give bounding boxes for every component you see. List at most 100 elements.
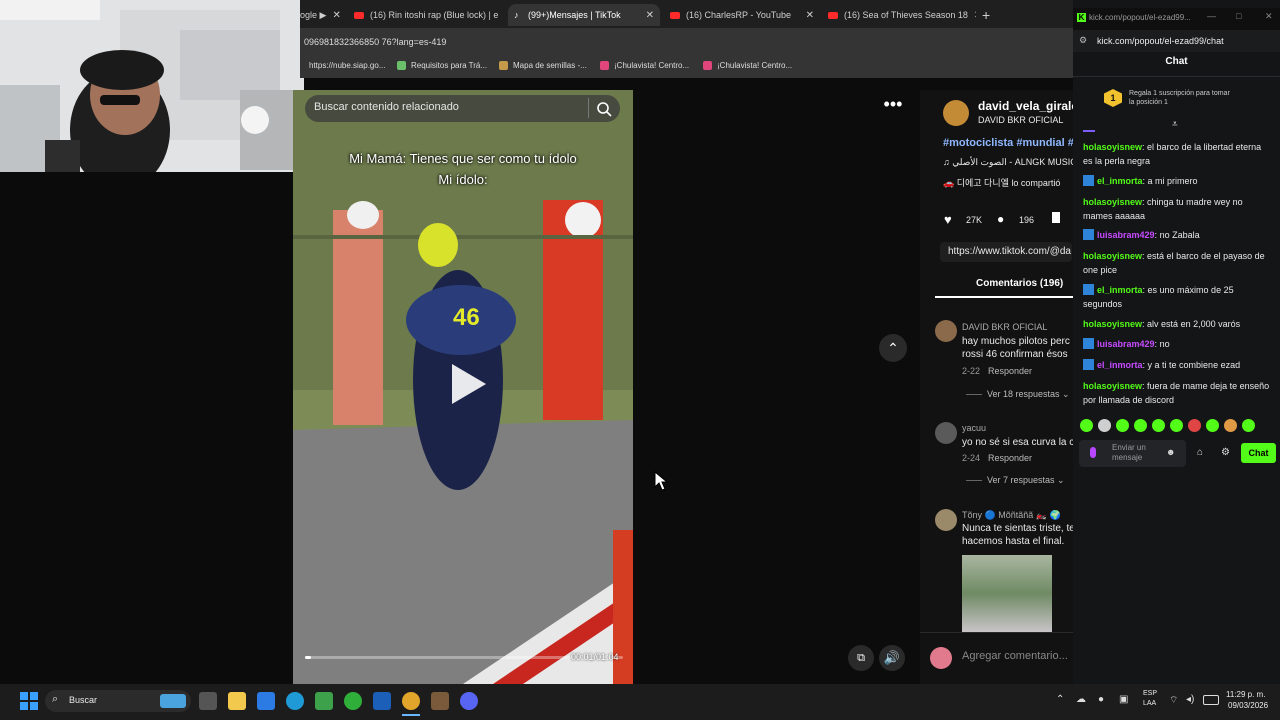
tab-youtube-charles[interactable]: (16) CharlesRP - YouTube ✕ xyxy=(670,4,820,26)
close-icon[interactable]: ✕ xyxy=(968,10,976,21)
discord-icon[interactable] xyxy=(460,692,478,710)
tab-comments[interactable]: Comentarios (196) xyxy=(976,278,1063,289)
address-bar[interactable]: 096981832366850 76?lang=es-419 xyxy=(300,28,1080,56)
pinned-toggle-icon[interactable]: ⩡ xyxy=(1172,119,1178,130)
chat-username[interactable]: luisabram429 xyxy=(1097,230,1155,240)
tab-partial[interactable]: ogle ▶ ✕ xyxy=(300,4,345,26)
post-music[interactable]: ♫ الصوت الأصلي - ALNGK MUSIC xyxy=(943,157,1077,168)
chat-username[interactable]: el_inmorta xyxy=(1097,176,1143,186)
chat-username[interactable]: holasoyisnew xyxy=(1083,251,1142,261)
xbox-icon[interactable] xyxy=(344,692,362,710)
avatar[interactable] xyxy=(943,100,969,126)
gift-text: la posición 1 xyxy=(1129,99,1168,106)
badge-icon xyxy=(1083,229,1094,240)
close-icon[interactable]: ✕ xyxy=(800,10,820,21)
emote-icon[interactable] xyxy=(1152,419,1165,432)
settings-icon[interactable]: ⚙ xyxy=(1079,35,1087,46)
bookmark-item[interactable]: Mapa de semillas -... xyxy=(499,61,587,70)
clock-date[interactable]: 09/03/2026 xyxy=(1228,701,1268,710)
cloud-icon[interactable]: ☁ xyxy=(1076,694,1086,705)
gear-icon[interactable]: ⚙ xyxy=(1221,447,1230,458)
wifi-icon[interactable]: ⌔ xyxy=(1169,694,1178,707)
microphone-icon[interactable]: ● xyxy=(1098,694,1104,705)
tab-youtube-rin[interactable]: (16) Rin itoshi rap (Blue lock) | e ✕ xyxy=(354,4,504,26)
bookmark-item[interactable]: Requisitos para Trá... xyxy=(397,61,487,70)
language-indicator[interactable]: LAA xyxy=(1143,700,1156,707)
comment-input[interactable]: Agregar comentario... xyxy=(962,650,1068,662)
post-hashtags[interactable]: #motociclista #mundial # xyxy=(943,137,1074,149)
chat-username[interactable]: holasoyisnew xyxy=(1083,142,1142,152)
avatar[interactable] xyxy=(935,422,957,444)
emote-icon[interactable] xyxy=(1098,419,1111,432)
view-replies-button[interactable]: Ver 7 respuestas ⌄ xyxy=(987,475,1065,486)
windows-start-icon[interactable] xyxy=(20,692,38,710)
emote-icon[interactable] xyxy=(1134,419,1147,432)
emote-icon[interactable] xyxy=(1242,419,1255,432)
app-tray-icon[interactable]: ▣ xyxy=(1119,694,1128,705)
emote-icon[interactable] xyxy=(1080,419,1093,432)
language-indicator[interactable]: ESP xyxy=(1143,690,1157,697)
chat-username[interactable]: el_inmorta xyxy=(1097,360,1143,370)
comment-author[interactable]: Tõny 🔵 Mõñtãñã 🏍️ 🌍 xyxy=(962,510,1061,521)
reply-button[interactable]: Responder xyxy=(988,366,1032,376)
comment-image[interactable] xyxy=(962,555,1052,632)
edge-icon[interactable] xyxy=(286,692,304,710)
emote-icon[interactable] xyxy=(1170,419,1183,432)
copy-link-field[interactable]: https://www.tiktok.com/@da xyxy=(940,242,1072,262)
bookmark-item[interactable]: https://nube.siap.go... xyxy=(309,61,386,70)
chat-send-button[interactable]: Chat xyxy=(1241,443,1276,463)
comment-author[interactable]: DAVID BKR OFICIAL xyxy=(962,322,1047,332)
tab-youtube-sea[interactable]: (16) Sea of Thieves Season 18 ✕ xyxy=(828,4,976,26)
emote-icon[interactable] xyxy=(1188,419,1201,432)
close-icon[interactable]: ✕ xyxy=(498,10,504,21)
comment-icon[interactable]: ● xyxy=(997,212,1004,226)
bookmark-icon[interactable] xyxy=(1052,212,1060,223)
clock-time[interactable]: 11:29 p. m. xyxy=(1226,690,1265,699)
chat-username[interactable]: el_inmorta xyxy=(1097,285,1143,295)
avatar[interactable] xyxy=(935,320,957,342)
emote-row xyxy=(1080,419,1270,433)
minimize-icon[interactable]: — xyxy=(1207,11,1216,21)
tab-label: ogle ▶ xyxy=(300,9,327,20)
chrome-icon[interactable] xyxy=(402,692,420,710)
chat-username[interactable]: luisabram429 xyxy=(1097,339,1155,349)
volume-icon[interactable]: ◂) xyxy=(1186,694,1194,705)
close-icon[interactable]: ✕ xyxy=(326,10,345,21)
chevron-up-icon[interactable]: ⌃ xyxy=(879,334,907,362)
maximize-icon[interactable]: □ xyxy=(1236,11,1241,21)
emote-icon[interactable] xyxy=(1206,419,1219,432)
store-icon[interactable] xyxy=(257,692,275,710)
close-icon[interactable]: ✕ xyxy=(640,10,660,21)
minecraft-icon[interactable] xyxy=(315,692,333,710)
file-explorer-icon[interactable] xyxy=(228,692,246,710)
volume-icon[interactable]: 🔊 xyxy=(879,645,905,671)
bookmark-item[interactable]: ¡Chulavista! Centro... xyxy=(600,61,689,70)
avatar[interactable] xyxy=(935,509,957,531)
tab-tiktok[interactable]: ♪ (99+)Mensajes | TikTok ✕ xyxy=(508,4,660,26)
post-username[interactable]: david_vela_giralo xyxy=(978,99,1079,113)
search-icon[interactable] xyxy=(596,101,612,117)
task-view-icon[interactable] xyxy=(199,692,217,710)
app-icon[interactable] xyxy=(431,692,449,710)
chat-username[interactable]: holasoyisnew xyxy=(1083,197,1142,207)
view-replies-button[interactable]: Ver 18 respuestas ⌄ xyxy=(987,389,1070,400)
battery-icon[interactable] xyxy=(1203,695,1219,705)
pip-icon[interactable]: ⧉ xyxy=(848,645,874,671)
play-icon[interactable] xyxy=(448,362,488,406)
chevron-up-icon[interactable]: ⌃ xyxy=(1056,694,1064,705)
chat-username[interactable]: holasoyisnew xyxy=(1083,381,1142,391)
new-tab-button[interactable]: + xyxy=(982,4,1002,26)
comment-author[interactable]: yacuu xyxy=(962,423,986,433)
microphone-icon[interactable] xyxy=(1090,447,1096,458)
emote-icon[interactable] xyxy=(1224,419,1237,432)
app-icon[interactable] xyxy=(373,692,391,710)
close-icon[interactable]: ✕ xyxy=(1265,11,1273,22)
reply-button[interactable]: Responder xyxy=(988,453,1032,463)
bookmark-item[interactable]: ¡Chulavista! Centro... xyxy=(703,61,792,70)
emoji-icon[interactable]: ☻ xyxy=(1166,447,1175,457)
heart-icon[interactable]: ♥ xyxy=(944,212,952,227)
emote-icon[interactable] xyxy=(1116,419,1129,432)
store-icon[interactable]: ⌂ xyxy=(1197,447,1203,458)
more-options-icon[interactable]: ••• xyxy=(878,95,908,116)
chat-username[interactable]: holasoyisnew xyxy=(1083,319,1142,329)
